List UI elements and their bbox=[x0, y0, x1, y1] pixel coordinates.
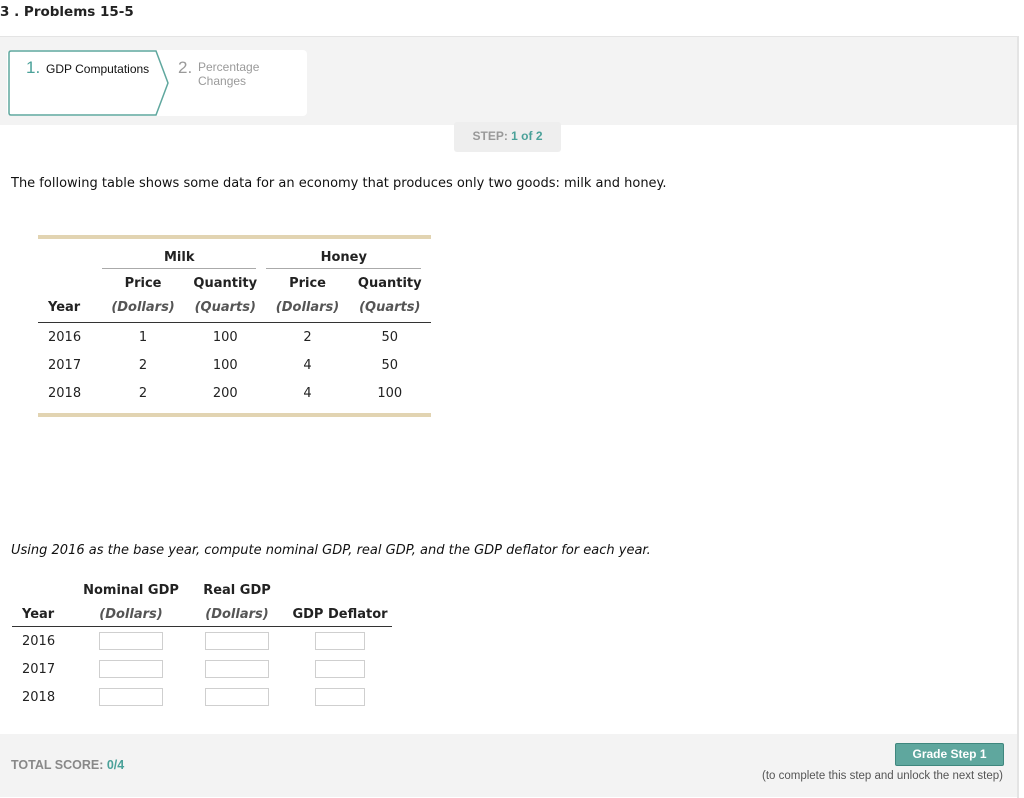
total-score-value: 0/4 bbox=[106, 758, 125, 772]
step-current: 1 of 2 bbox=[511, 129, 543, 143]
cell: 200 bbox=[212, 385, 238, 401]
cell: 2 bbox=[303, 329, 312, 345]
group-header-honey: Honey bbox=[266, 247, 431, 271]
table-bottom-rule bbox=[38, 413, 431, 417]
gdp-deflator-2016-input[interactable] bbox=[315, 632, 365, 650]
nominal-gdp-2017-input[interactable] bbox=[99, 660, 163, 678]
cell: 2 bbox=[138, 385, 148, 401]
total-score-label: TOTAL SCORE: bbox=[11, 758, 107, 772]
year-header: Year bbox=[38, 295, 102, 323]
real-gdp-2018-input[interactable] bbox=[205, 688, 269, 706]
step-prefix: STEP: bbox=[472, 129, 512, 143]
cell: 2018 bbox=[48, 385, 82, 401]
goods-data-table: Milk Honey Price Quantity Price Quantity… bbox=[38, 247, 431, 407]
cell: 4 bbox=[303, 385, 312, 401]
table-row: 2018 2 200 4 100 bbox=[38, 379, 431, 407]
tab-label: GDP Computations bbox=[46, 62, 150, 76]
col-header: Quantity bbox=[357, 275, 422, 291]
col-header: Price bbox=[289, 275, 326, 291]
intro-text: The following table shows some data for … bbox=[11, 176, 667, 191]
unit-label: (Dollars) bbox=[76, 602, 186, 627]
total-score: TOTAL SCORE: 0/4 bbox=[11, 758, 124, 772]
step-indicator: STEP: 1 of 2 bbox=[454, 122, 561, 152]
unit-label: (Dollars) bbox=[186, 602, 288, 627]
cell: 50 bbox=[381, 357, 399, 373]
cell: 100 bbox=[212, 329, 238, 345]
unit-label: (Quarts) bbox=[348, 295, 431, 323]
table-row: 2016 1 100 2 50 bbox=[38, 323, 431, 352]
col-header: Quantity bbox=[193, 275, 258, 291]
grade-step-button[interactable]: Grade Step 1 bbox=[895, 743, 1004, 766]
grade-hint: (to complete this step and unlock the ne… bbox=[762, 770, 1003, 782]
unit-label: (Dollars) bbox=[102, 295, 185, 323]
cell: 100 bbox=[377, 385, 403, 401]
year-header: Year bbox=[12, 602, 76, 627]
col-header: Price bbox=[124, 275, 162, 291]
year-cell: 2016 bbox=[22, 633, 56, 649]
tab-gdp-computations[interactable]: 1. GDP Computations bbox=[8, 50, 169, 116]
cell: 50 bbox=[381, 329, 399, 345]
year-cell: 2017 bbox=[22, 661, 56, 677]
table-top-rule bbox=[38, 235, 431, 239]
question-text: Using 2016 as the base year, compute nom… bbox=[11, 543, 651, 558]
page-title: 3 . Problems 15-5 bbox=[0, 4, 134, 20]
footer-bar bbox=[0, 734, 1017, 797]
answer-table: Nominal GDP Real GDP Year (Dollars) (Dol… bbox=[12, 578, 392, 711]
tab-number: 2. bbox=[178, 58, 193, 77]
year-cell: 2018 bbox=[22, 689, 56, 705]
cell: 2 bbox=[138, 357, 148, 373]
nominal-gdp-2018-input[interactable] bbox=[99, 688, 163, 706]
col-header-nominal-gdp: Nominal GDP bbox=[83, 582, 179, 598]
cell: 2017 bbox=[48, 357, 82, 373]
tab-label: Percentage Changes bbox=[198, 60, 260, 88]
table-row: 2017 2 100 4 50 bbox=[38, 351, 431, 379]
cell: 1 bbox=[138, 329, 148, 345]
real-gdp-2016-input[interactable] bbox=[205, 632, 269, 650]
nominal-gdp-2016-input[interactable] bbox=[99, 632, 163, 650]
tab-number: 1. bbox=[26, 58, 41, 77]
answer-row: 2016 bbox=[12, 627, 392, 656]
cell: 4 bbox=[303, 357, 312, 373]
real-gdp-2017-input[interactable] bbox=[205, 660, 269, 678]
cell: 2016 bbox=[48, 329, 82, 345]
gdp-deflator-2017-input[interactable] bbox=[315, 660, 365, 678]
unit-label: (Dollars) bbox=[266, 295, 349, 323]
unit-label: (Quarts) bbox=[184, 295, 267, 323]
answer-row: 2018 bbox=[12, 683, 392, 711]
cell: 100 bbox=[212, 357, 238, 373]
col-header-real-gdp: Real GDP bbox=[203, 582, 271, 598]
tab-percentage-changes[interactable]: 2. Percentage Changes bbox=[172, 50, 302, 110]
answer-row: 2017 bbox=[12, 655, 392, 683]
gdp-deflator-2018-input[interactable] bbox=[315, 688, 365, 706]
col-header-gdp-deflator: GDP Deflator bbox=[288, 602, 392, 627]
data-table-container: Milk Honey Price Quantity Price Quantity… bbox=[38, 235, 431, 417]
group-header-milk: Milk bbox=[102, 247, 266, 271]
